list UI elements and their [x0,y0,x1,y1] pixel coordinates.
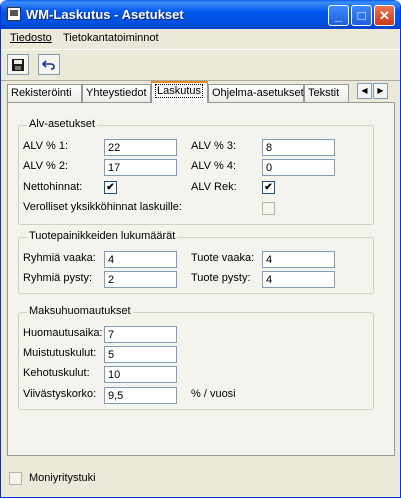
menu-tietokantatoiminnot[interactable]: Tietokantatoiminnot [63,32,159,44]
tuote-pysty-label: Tuote pysty: [191,272,251,284]
kehotuskulut-label: Kehotuskulut: [23,367,90,379]
huomautusaika-label: Huomautusaika: [23,327,103,339]
tuote-vaaka-label: Tuote vaaka: [191,252,255,264]
tab-tekstit[interactable]: Tekstit [304,84,349,102]
group-title: Maksuhuomautukset [27,305,133,317]
alv4-input[interactable]: 0 [262,159,335,176]
undo-icon [41,60,55,70]
tuote-pysty-input[interactable]: 4 [262,271,335,288]
tab-strip: Rekisteröinti Yhteystiedot Laskutus Ohje… [7,81,397,103]
alv-rek-label: ALV Rek: [191,181,237,193]
minimize-button[interactable]: _ [328,5,349,26]
nettohinnat-label: Nettohinnat: [23,181,83,193]
alv1-label: ALV % 1: [23,140,69,152]
settings-window: WM-Laskutus - Asetukset _ □ ✕ Tiedosto T… [0,0,401,498]
group-title: Alv-asetukset [27,118,98,130]
tab-label: Ohjelma-asetukset [212,87,304,99]
laskutus-panel: Alv-asetukset ALV % 1: 22 ALV % 3: 8 ALV… [7,102,395,456]
window-title: WM-Laskutus - Asetukset [26,7,184,22]
verolliset-label: Verolliset yksikköhinnat laskuille: [23,201,182,213]
floppy-disk-icon [12,59,24,71]
save-button[interactable] [7,54,29,75]
alv3-label: ALV % 3: [191,140,237,152]
ryhmia-vaaka-label: Ryhmiä vaaka: [23,252,96,264]
close-button[interactable]: ✕ [374,5,395,26]
footer-bar: Moniyritystuki [1,464,400,497]
undo-button[interactable] [38,54,60,75]
kehotuskulut-input[interactable]: 10 [104,366,177,383]
group-title: Tuotepainikkeiden lukumäärät [27,230,178,242]
alv1-input[interactable]: 22 [104,139,177,156]
tab-label: Rekisteröinti [11,87,72,99]
tuote-vaaka-input[interactable]: 4 [262,251,335,268]
muistutuskulut-label: Muistutuskulut: [23,347,97,359]
viivastyskorko-input[interactable]: 9,5 [104,387,177,404]
menu-bar: Tiedosto Tietokantatoiminnot [1,29,400,49]
moniyritystuki-checkbox[interactable] [9,472,22,485]
verolliset-checkbox[interactable] [262,202,275,215]
alv4-label: ALV % 4: [191,160,237,172]
payment-reminders-group: Maksuhuomautukset Huomautusaika: 7 Muist… [18,305,374,410]
ryhmia-vaaka-input[interactable]: 4 [104,251,177,268]
alv2-input[interactable]: 17 [104,159,177,176]
tab-laskutus[interactable]: Laskutus [151,81,208,103]
tab-scroll-left-button[interactable]: ◀ [357,83,372,99]
menu-tiedosto[interactable]: Tiedosto [10,32,52,44]
viivastyskorko-label: Viivästyskorko: [23,388,97,400]
ryhmia-pysty-input[interactable]: 2 [104,271,177,288]
maximize-button[interactable]: □ [351,5,372,26]
title-bar[interactable]: WM-Laskutus - Asetukset _ □ ✕ [1,0,400,29]
tab-scroll-right-button[interactable]: ▶ [373,83,388,99]
muistutuskulut-input[interactable]: 5 [104,346,177,363]
tab-label: Yhteystiedot [86,87,147,99]
ryhmia-pysty-label: Ryhmiä pysty: [23,272,93,284]
moniyritystuki-label: Moniyritystuki [29,472,96,484]
tab-rekisterointi[interactable]: Rekisteröinti [7,84,82,102]
alv-settings-group: Alv-asetukset ALV % 1: 22 ALV % 3: 8 ALV… [18,118,374,225]
product-buttons-group: Tuotepainikkeiden lukumäärät Ryhmiä vaak… [18,230,374,294]
interest-unit-label: % / vuosi [191,388,236,400]
tab-yhteystiedot[interactable]: Yhteystiedot [82,84,151,102]
huomautusaika-input[interactable]: 7 [104,326,177,343]
nettohinnat-checkbox[interactable]: ✔ [104,181,117,194]
alv-rek-checkbox[interactable]: ✔ [262,181,275,194]
app-icon[interactable] [7,7,21,21]
tab-label: Tekstit [308,87,340,99]
tab-label: Laskutus [155,84,204,98]
tab-ohjelma-asetukset[interactable]: Ohjelma-asetukset [208,84,304,102]
alv2-label: ALV % 2: [23,160,69,172]
alv3-input[interactable]: 8 [262,139,335,156]
toolbar [1,49,400,81]
